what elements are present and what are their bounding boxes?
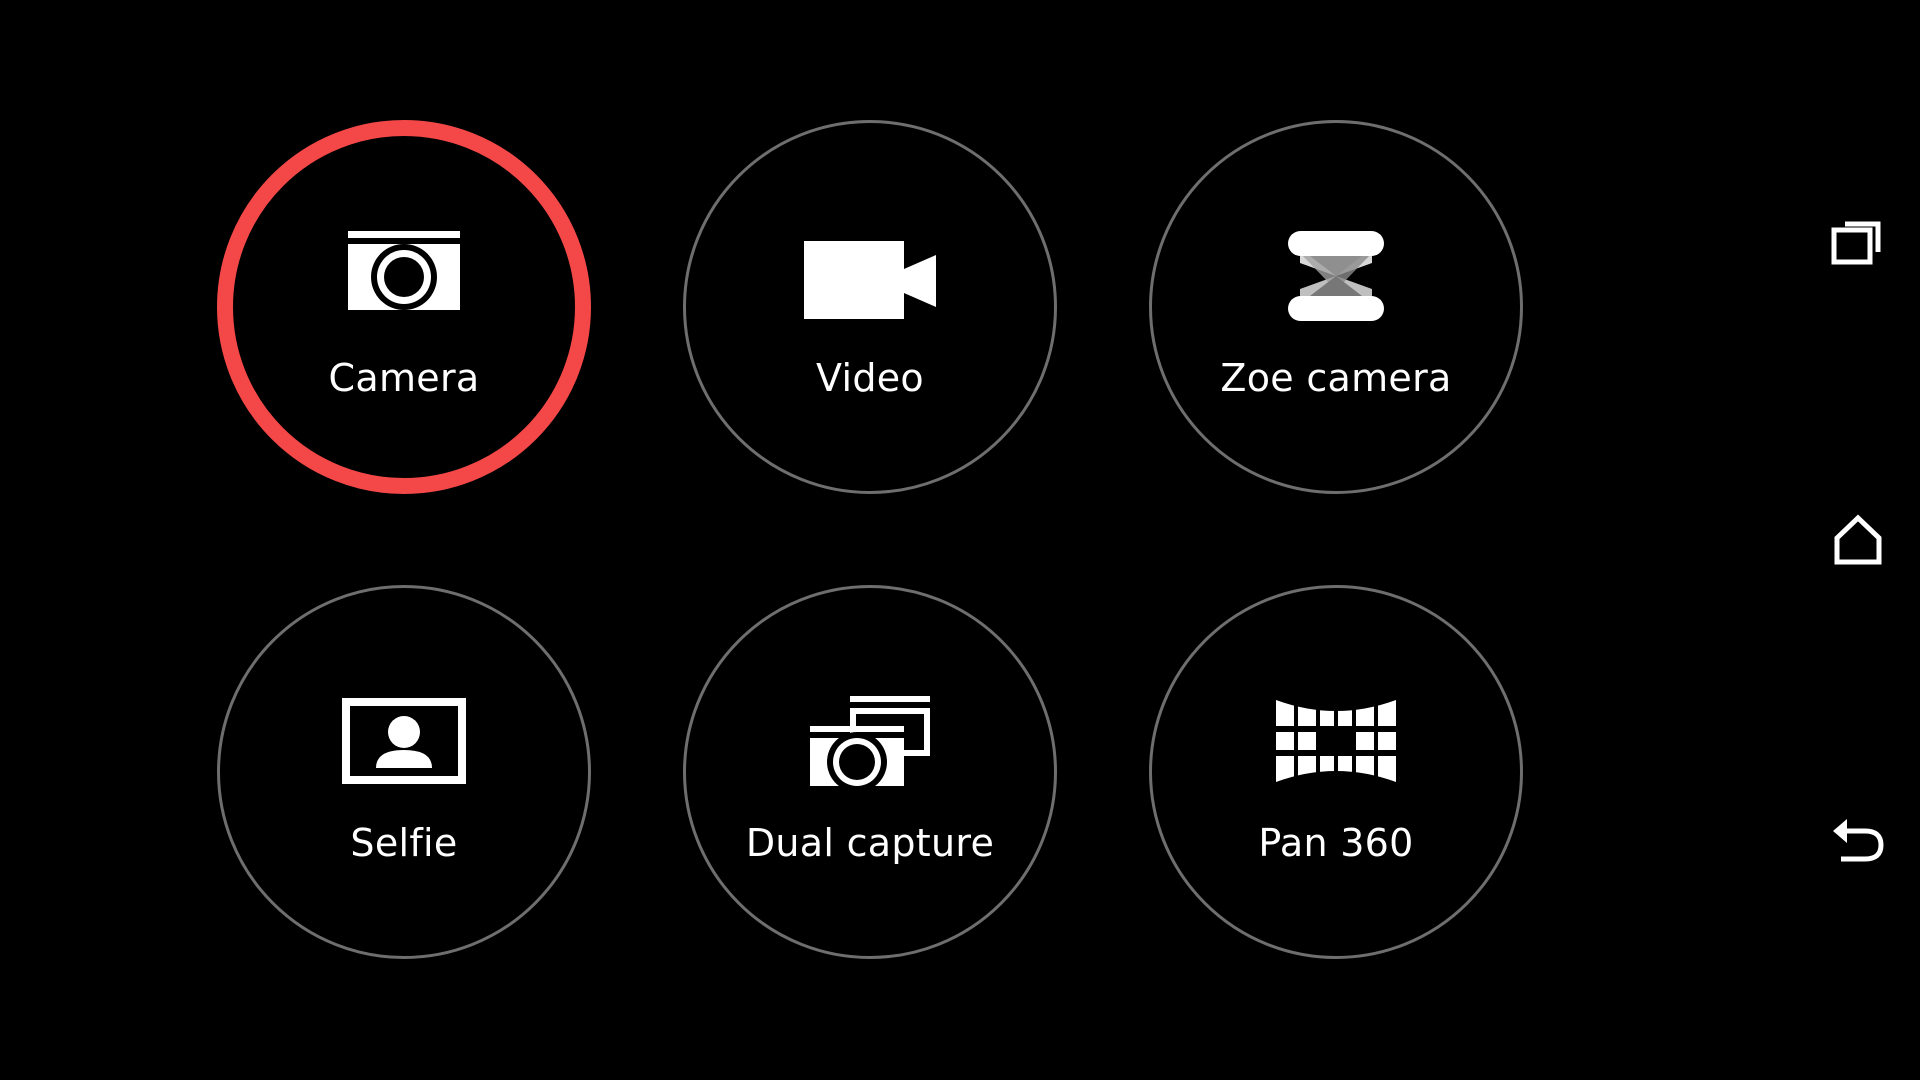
back-icon (1833, 819, 1884, 862)
mode-pan-360-label: Pan 360 (1258, 821, 1414, 865)
dual-capture-icon (810, 696, 930, 786)
mode-video-button[interactable]: Video (683, 120, 1057, 494)
selfie-icon (342, 698, 466, 784)
back-button[interactable] (1820, 803, 1896, 879)
home-icon (1834, 514, 1882, 565)
mode-camera-label: Camera (328, 356, 480, 400)
mode-dual-capture-button[interactable]: Dual capture (683, 585, 1057, 959)
camera-mode-selector: Camera Video Zoe camera Selfie Dual capt… (0, 0, 1920, 1080)
mode-selfie-label: Selfie (350, 821, 458, 865)
mode-pan-360-button[interactable]: Pan 360 (1149, 585, 1523, 959)
camera-icon (348, 231, 460, 310)
zoe-icon (1288, 231, 1384, 321)
mode-zoe-camera-button[interactable]: Zoe camera (1149, 120, 1523, 494)
mode-video-label: Video (816, 356, 924, 400)
recent-apps-button[interactable] (1820, 203, 1896, 279)
pan-360-icon (1276, 696, 1396, 786)
mode-selfie-button[interactable]: Selfie (217, 585, 591, 959)
mode-camera-button[interactable]: Camera (217, 120, 591, 494)
home-button[interactable] (1820, 502, 1896, 578)
video-camera-icon (804, 241, 936, 319)
mode-dual-capture-label: Dual capture (745, 821, 995, 865)
recent-apps-icon (1831, 221, 1881, 265)
mode-zoe-camera-label: Zoe camera (1220, 356, 1452, 400)
